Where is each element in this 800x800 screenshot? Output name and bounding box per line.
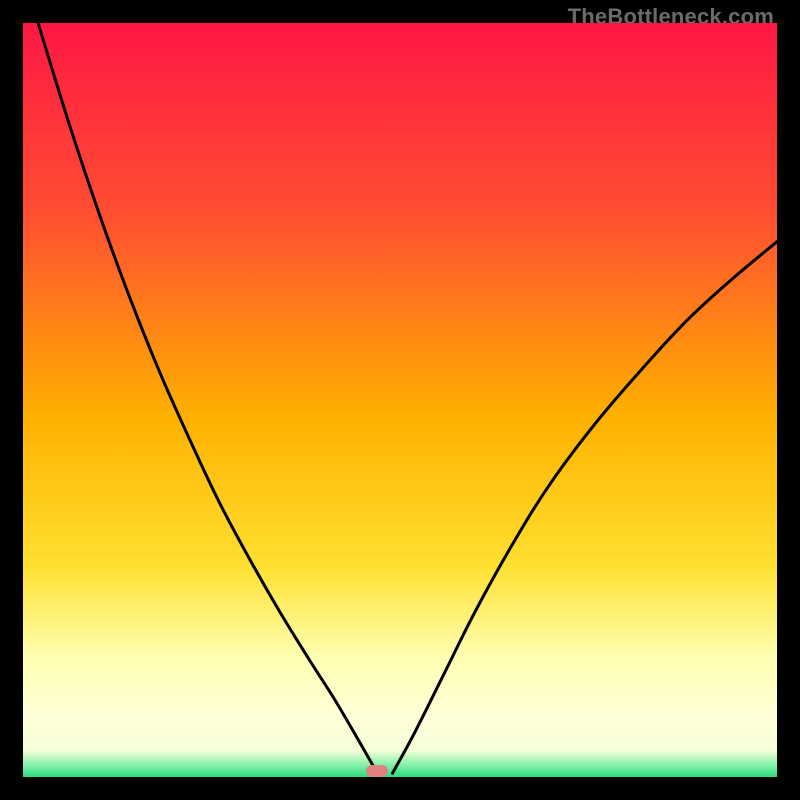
chart-frame: TheBottleneck.com: [0, 0, 800, 800]
bottleneck-curve: [23, 23, 777, 777]
plot-area: [23, 23, 777, 777]
curve-left: [38, 23, 377, 773]
minimum-marker: [366, 765, 388, 777]
curve-right: [392, 242, 777, 774]
